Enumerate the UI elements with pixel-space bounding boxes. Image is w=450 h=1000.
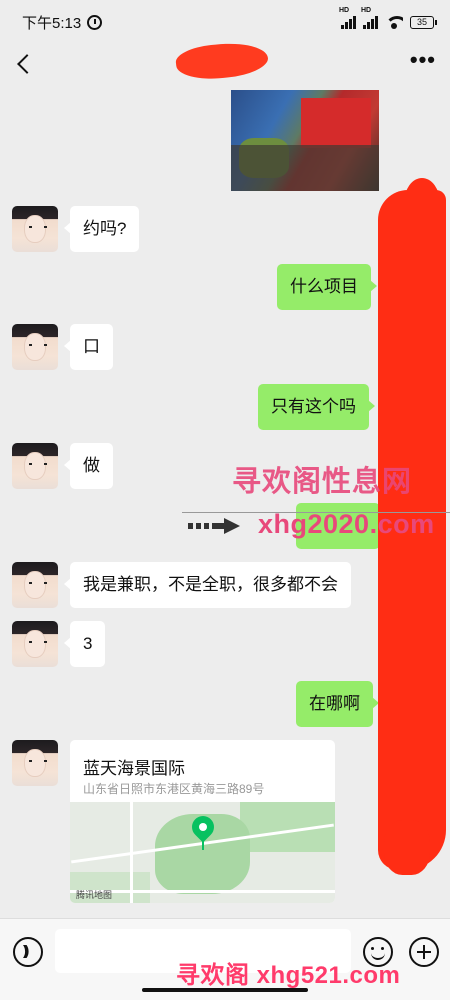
- wifi-icon: [385, 15, 403, 29]
- avatar[interactable]: [12, 740, 58, 786]
- watermark: 寻欢阁性息网: [232, 466, 413, 498]
- voice-icon[interactable]: [13, 937, 43, 967]
- avatar[interactable]: [12, 206, 58, 252]
- status-time: 下午5:13: [22, 14, 82, 32]
- message-bubble[interactable]: 在哪啊: [296, 681, 379, 727]
- avatar[interactable]: [12, 443, 58, 489]
- message-bubble[interactable]: 只有这个吗: [258, 384, 375, 430]
- avatar[interactable]: [12, 562, 58, 608]
- location-name: 蓝天海景国际: [83, 759, 185, 778]
- alarm-icon: [87, 14, 103, 30]
- redaction-mark: [384, 820, 430, 875]
- avatar[interactable]: [12, 621, 58, 667]
- more-options-icon[interactable]: •••: [410, 47, 436, 73]
- battery-icon: 35: [410, 15, 437, 29]
- map-logo: 腾讯地图: [76, 890, 113, 900]
- status-bar: 下午5:13 HD HD 35: [0, 0, 450, 44]
- home-indicator: [142, 988, 308, 992]
- avatar[interactable]: [12, 324, 58, 370]
- back-icon[interactable]: [17, 54, 37, 74]
- message-bubble[interactable]: 3: [63, 621, 106, 667]
- message-bubble[interactable]: 什么项目: [277, 264, 377, 310]
- redacted-title: [174, 39, 270, 83]
- message-bubble[interactable]: 约吗?: [63, 206, 140, 252]
- location-address: 山东省日照市东港区黄海三路89号: [83, 782, 265, 796]
- message-bubble[interactable]: 我是兼职，不是全职，很多都不会: [64, 562, 351, 608]
- watermark: xhg2020.com: [258, 509, 435, 539]
- location-map[interactable]: 腾讯地图: [70, 802, 335, 903]
- signal-icon-2: HD: [361, 7, 378, 29]
- location-card[interactable]: 蓝天海景国际 山东省日照市东港区黄海三路89号 腾讯地图: [70, 740, 335, 903]
- image-message[interactable]: [231, 90, 379, 191]
- message-bubble[interactable]: 口: [64, 324, 113, 370]
- watermark: 寻欢阁 xhg521.com: [176, 962, 401, 989]
- signal-icon: HD: [339, 7, 356, 29]
- plus-icon[interactable]: [409, 937, 439, 967]
- message-bubble[interactable]: 做: [64, 443, 113, 489]
- chat-header: •••: [0, 39, 450, 84]
- watermark-arrow-icon: [188, 518, 240, 534]
